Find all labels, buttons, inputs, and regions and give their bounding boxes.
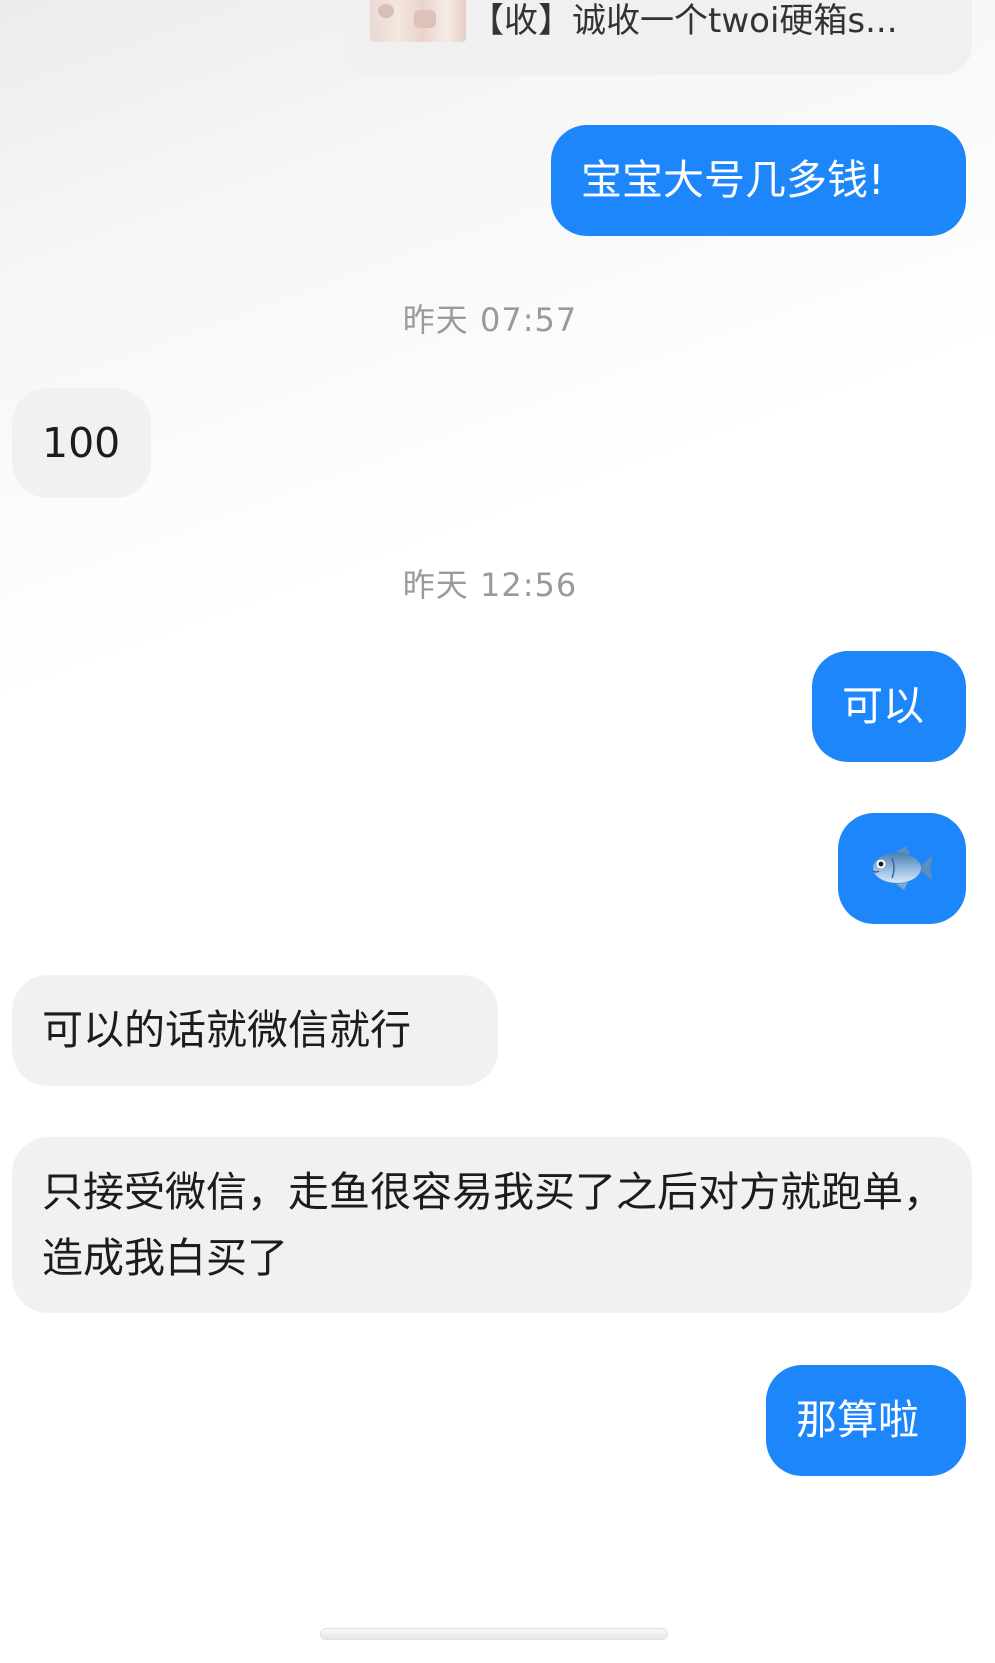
timestamp: 昨天 12:56 [402, 566, 578, 604]
received-message-bubble[interactable]: 100 [12, 388, 151, 498]
fish-icon [870, 843, 934, 893]
sent-message-bubble[interactable]: 可以 [812, 651, 966, 762]
sent-message-bubble[interactable]: 宝宝大号几多钱! [551, 125, 966, 236]
message-text: 那算啦 [796, 1396, 919, 1444]
message-text: 宝宝大号几多钱! [581, 156, 885, 204]
message-text: 可以 [842, 682, 924, 730]
message-text: 可以的话就微信就行 [42, 1006, 411, 1054]
timestamp: 昨天 07:57 [402, 301, 578, 339]
received-message-bubble[interactable]: 可以的话就微信就行 [12, 975, 498, 1086]
product-thumbnail[interactable] [370, 0, 466, 42]
received-message-bubble[interactable]: 只接受微信，走鱼很容易我买了之后对方就跑单，造成我白买了 [12, 1137, 972, 1313]
product-title: 【收】诚收一个twoi硬箱s... [470, 1, 898, 41]
sent-message-bubble[interactable]: 那算啦 [766, 1365, 966, 1476]
message-text: 100 [42, 419, 121, 467]
message-text: 只接受微信，走鱼很容易我买了之后对方就跑单，造成我白买了 [42, 1168, 944, 1282]
sent-emoji-bubble[interactable] [838, 813, 966, 924]
home-indicator[interactable] [320, 1628, 668, 1640]
